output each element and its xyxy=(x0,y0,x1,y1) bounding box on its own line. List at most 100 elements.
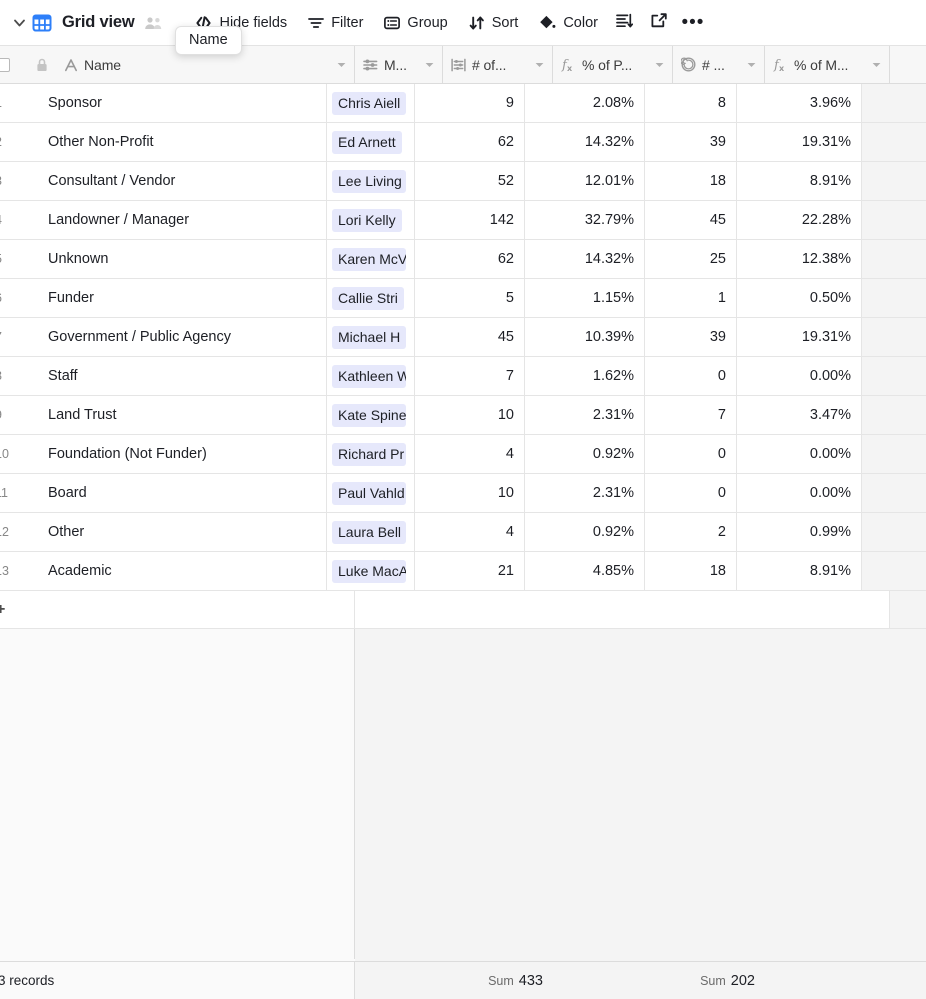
cell-name[interactable]: Other Non-Profit xyxy=(28,123,327,161)
column-header-rollup[interactable]: # ... xyxy=(673,46,765,83)
cell-count[interactable]: 45 xyxy=(415,318,525,356)
cell-pct-of-p[interactable]: 10.39% xyxy=(525,318,645,356)
cell-rollup-count[interactable]: 2 xyxy=(645,513,737,551)
cell-pct-of-m[interactable]: 22.28% xyxy=(737,201,862,239)
cell-name[interactable]: Funder xyxy=(28,279,327,317)
cell-pct-of-m[interactable]: 8.91% xyxy=(737,552,862,590)
cell-pct-of-m[interactable]: 3.47% xyxy=(737,396,862,434)
cell-pct-of-m[interactable]: 3.96% xyxy=(737,84,862,122)
cell-pct-of-p[interactable]: 2.08% xyxy=(525,84,645,122)
cell-pct-of-p[interactable]: 1.62% xyxy=(525,357,645,395)
cell-pct-of-m[interactable]: 0.00% xyxy=(737,474,862,512)
select-all-checkbox[interactable] xyxy=(0,46,28,83)
cell-pct-of-m[interactable]: 19.31% xyxy=(737,318,862,356)
sort-button[interactable]: Sort xyxy=(460,8,528,38)
chevron-down-icon[interactable] xyxy=(747,62,756,68)
cell-pct-of-p[interactable]: 2.31% xyxy=(525,474,645,512)
table-row[interactable]: 5UnknownKaren McV 6214.32%2512.38% xyxy=(0,240,926,279)
cell-main-contact[interactable]: Laura Bell xyxy=(327,513,415,551)
cell-rollup-count[interactable]: 8 xyxy=(645,84,737,122)
cell-main-contact[interactable]: Richard Pr xyxy=(327,435,415,473)
cell-main-contact[interactable]: Lee Living xyxy=(327,162,415,200)
chevron-down-icon[interactable] xyxy=(655,62,664,68)
cell-count[interactable]: 142 xyxy=(415,201,525,239)
cell-pct-of-m[interactable]: 12.38% xyxy=(737,240,862,278)
cell-count[interactable]: 21 xyxy=(415,552,525,590)
add-record-plus-icon[interactable]: + xyxy=(0,601,28,619)
footer-summary-main[interactable] xyxy=(355,962,443,999)
cell-name[interactable]: Other xyxy=(28,513,327,551)
cell-pct-of-p[interactable]: 12.01% xyxy=(525,162,645,200)
cell-count[interactable]: 4 xyxy=(415,435,525,473)
cell-rollup-count[interactable]: 18 xyxy=(645,162,737,200)
add-record-row[interactable]: + xyxy=(0,591,926,629)
column-header-pct-m[interactable]: f x % of M... xyxy=(765,46,890,83)
linked-record-chip[interactable]: Kate Spine xyxy=(332,403,406,427)
cell-count[interactable]: 7 xyxy=(415,357,525,395)
chevron-down-icon[interactable] xyxy=(425,62,434,68)
footer-summary-pct-p[interactable] xyxy=(553,962,673,999)
linked-record-chip[interactable]: Chris Aiell xyxy=(332,91,406,115)
row-height-button[interactable] xyxy=(610,8,640,38)
cell-rollup-count[interactable]: 0 xyxy=(645,474,737,512)
linked-record-chip[interactable]: Ed Arnett xyxy=(332,130,402,154)
cell-pct-of-m[interactable]: 0.00% xyxy=(737,435,862,473)
table-row[interactable]: 7Government / Public AgencyMichael H 4510… xyxy=(0,318,926,357)
cell-rollup-count[interactable]: 0 xyxy=(645,435,737,473)
linked-record-chip[interactable]: Lori Kelly xyxy=(332,208,402,232)
cell-rollup-count[interactable]: 39 xyxy=(645,123,737,161)
footer-summary-pct-m[interactable] xyxy=(765,962,890,999)
cell-name[interactable]: Unknown xyxy=(28,240,327,278)
cell-pct-of-m[interactable]: 0.00% xyxy=(737,357,862,395)
cell-main-contact[interactable]: Kathleen W xyxy=(327,357,415,395)
cell-rollup-count[interactable]: 0 xyxy=(645,357,737,395)
cell-pct-of-p[interactable]: 4.85% xyxy=(525,552,645,590)
linked-record-chip[interactable]: Michael H xyxy=(332,325,406,349)
cell-name[interactable]: Staff xyxy=(28,357,327,395)
cell-count[interactable]: 62 xyxy=(415,123,525,161)
cell-name[interactable]: Landowner / Manager xyxy=(28,201,327,239)
column-header-count[interactable]: # of... xyxy=(443,46,553,83)
share-view-button[interactable] xyxy=(644,8,674,38)
cell-rollup-count[interactable]: 1 xyxy=(645,279,737,317)
table-row[interactable]: 4Landowner / ManagerLori Kelly 14232.79%4… xyxy=(0,201,926,240)
cell-pct-of-m[interactable]: 8.91% xyxy=(737,162,862,200)
cell-main-contact[interactable]: Luke MacA xyxy=(327,552,415,590)
cell-name[interactable]: Board xyxy=(28,474,327,512)
cell-main-contact[interactable]: Karen McV xyxy=(327,240,415,278)
table-row[interactable]: 9Land TrustKate Spine 102.31%73.47% xyxy=(0,396,926,435)
table-row[interactable]: 12OtherLaura Bell 40.92%20.99% xyxy=(0,513,926,552)
cell-main-contact[interactable]: Chris Aiell xyxy=(327,84,415,122)
cell-count[interactable]: 4 xyxy=(415,513,525,551)
cell-pct-of-p[interactable]: 14.32% xyxy=(525,240,645,278)
collaborators-icon[interactable] xyxy=(144,12,166,34)
view-name[interactable]: Grid view xyxy=(62,13,135,32)
cell-name[interactable]: Sponsor xyxy=(28,84,327,122)
linked-record-chip[interactable]: Richard Pr xyxy=(332,442,406,466)
cell-pct-of-p[interactable]: 32.79% xyxy=(525,201,645,239)
cell-main-contact[interactable]: Paul Vahld xyxy=(327,474,415,512)
column-header-pct-p[interactable]: f x % of P... xyxy=(553,46,673,83)
linked-record-chip[interactable]: Lee Living xyxy=(332,169,406,193)
chevron-down-icon[interactable] xyxy=(535,62,544,68)
cell-count[interactable]: 5 xyxy=(415,279,525,317)
linked-record-chip[interactable]: Callie Stri xyxy=(332,286,404,310)
more-options-button[interactable]: ••• xyxy=(678,8,708,38)
chevron-down-icon[interactable] xyxy=(337,62,346,68)
linked-record-chip[interactable]: Laura Bell xyxy=(332,520,406,544)
cell-count[interactable]: 62 xyxy=(415,240,525,278)
table-row[interactable]: 11BoardPaul Vahld 102.31%00.00% xyxy=(0,474,926,513)
cell-main-contact[interactable]: Ed Arnett xyxy=(327,123,415,161)
cell-pct-of-p[interactable]: 0.92% xyxy=(525,513,645,551)
cell-name[interactable]: Academic xyxy=(28,552,327,590)
footer-summary-rollup[interactable]: Sum 202 xyxy=(673,962,765,999)
cell-name[interactable]: Land Trust xyxy=(28,396,327,434)
view-sidebar-toggle-caret-icon[interactable] xyxy=(10,8,28,38)
table-row[interactable]: 1SponsorChris Aiell 92.08%83.96% xyxy=(0,84,926,123)
cell-pct-of-p[interactable]: 14.32% xyxy=(525,123,645,161)
footer-summary-count[interactable]: Sum 433 xyxy=(443,962,553,999)
group-button[interactable]: Group xyxy=(375,8,456,38)
table-row[interactable]: 13AcademicLuke MacA 214.85%188.91% xyxy=(0,552,926,591)
cell-pct-of-p[interactable]: 1.15% xyxy=(525,279,645,317)
linked-record-chip[interactable]: Luke MacA xyxy=(332,559,406,583)
